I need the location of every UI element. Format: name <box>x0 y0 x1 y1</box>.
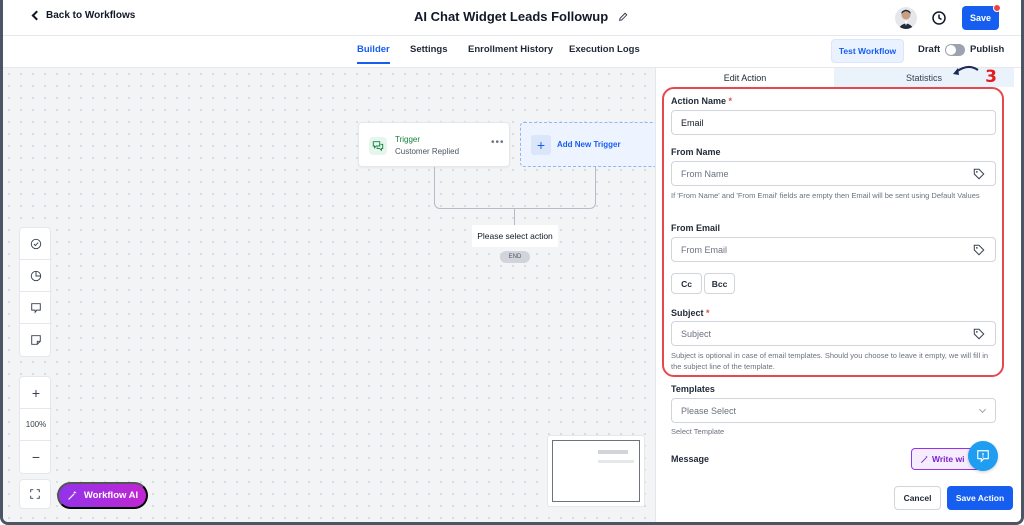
write-with-ai-label: Write wi <box>932 454 965 464</box>
chevron-left-icon <box>31 10 42 21</box>
notification-dot <box>993 4 1001 12</box>
workflow-ai-label: Workflow AI <box>83 490 139 501</box>
workflow-ai-button[interactable]: Workflow AI <box>57 482 148 509</box>
subject-input[interactable]: Subject <box>671 321 996 346</box>
from-email-input[interactable]: From Email <box>671 237 996 262</box>
tab-enrollment-history[interactable]: Enrollment History <box>468 44 553 55</box>
minimap[interactable] <box>547 435 645 507</box>
end-node: END <box>500 251 530 263</box>
back-to-workflows-link[interactable]: Back to Workflows <box>31 10 136 21</box>
more-options-icon[interactable]: ••• <box>491 137 505 148</box>
chat-support-button[interactable] <box>968 441 998 471</box>
annotation-arrow-icon <box>953 66 979 75</box>
canvas-toolbox <box>19 227 52 357</box>
minus-icon: − <box>31 449 41 465</box>
tab-settings[interactable]: Settings <box>410 44 447 55</box>
zoom-controls: + 100% − <box>19 376 52 474</box>
action-name-value: Email <box>681 117 704 128</box>
save-label: Save <box>969 13 992 23</box>
workflow-title-text: AI Chat Widget Leads Followup <box>414 9 609 24</box>
tab-builder[interactable]: Builder <box>357 44 390 64</box>
avatar[interactable] <box>895 7 917 29</box>
workflow-tabs-bar: Builder Settings Enrollment History Exec… <box>3 36 1021 68</box>
app-frame: Back to Workflows AI Chat Widget Leads F… <box>0 0 1024 525</box>
from-name-label: From Name <box>671 147 721 157</box>
templates-placeholder: Please Select <box>681 405 737 416</box>
from-email-label: From Email <box>671 223 721 233</box>
subject-placeholder: Subject <box>681 328 712 339</box>
message-label: Message <box>671 454 710 464</box>
templates-label: Templates <box>671 384 715 394</box>
check-circle-tool[interactable] <box>20 228 52 260</box>
tag-icon[interactable] <box>973 328 985 340</box>
tab-edit-action[interactable]: Edit Action <box>656 68 834 87</box>
top-header: Back to Workflows AI Chat Widget Leads F… <box>3 0 1021 36</box>
cc-button[interactable]: Cc <box>671 273 702 294</box>
user-avatar-icon <box>898 9 914 29</box>
plus-icon: + <box>531 135 551 155</box>
comment-tool[interactable] <box>20 292 52 324</box>
connector-line <box>434 167 514 209</box>
pencil-icon[interactable] <box>618 12 628 22</box>
connector-line <box>514 209 515 225</box>
fit-view-button[interactable] <box>19 479 51 509</box>
chat-bubbles-icon <box>369 137 387 155</box>
zoom-in-button[interactable]: + <box>20 377 52 409</box>
tab-execution-logs[interactable]: Execution Logs <box>569 44 640 55</box>
subject-hint: Subject is optional in case of email tem… <box>671 351 989 371</box>
chat-alert-icon <box>977 450 989 463</box>
workflow-title: AI Chat Widget Leads Followup <box>414 9 628 24</box>
trigger-title: Trigger <box>395 135 421 144</box>
cancel-button[interactable]: Cancel <box>894 486 941 510</box>
draft-label: Draft <box>918 44 941 55</box>
check-circle-icon <box>30 238 42 249</box>
from-name-placeholder: From Name <box>681 168 729 179</box>
annotation-step-number: 3 <box>985 67 997 87</box>
save-action-button[interactable]: Save Action <box>947 486 1013 510</box>
add-trigger-label: Add New Trigger <box>557 140 621 149</box>
from-name-hint: If 'From Name' and 'From Email' fields a… <box>671 191 980 200</box>
templates-hint: Select Template <box>671 427 725 436</box>
history-clock-icon[interactable] <box>931 10 947 26</box>
tag-icon[interactable] <box>973 244 985 256</box>
action-name-input[interactable]: Email <box>671 110 996 135</box>
pie-chart-tool[interactable] <box>20 260 52 292</box>
back-label: Back to Workflows <box>46 10 136 21</box>
chevron-down-icon <box>978 405 987 414</box>
test-workflow-button[interactable]: Test Workflow <box>831 39 904 63</box>
minimap-node <box>598 460 634 463</box>
comment-icon <box>31 302 41 314</box>
workflow-canvas[interactable]: Trigger Customer Replied ••• + Add New T… <box>3 68 660 522</box>
save-button[interactable]: Save <box>962 4 1001 30</box>
from-email-placeholder: From Email <box>681 244 728 255</box>
minimap-node <box>598 450 628 454</box>
templates-select[interactable]: Please Select <box>671 398 996 423</box>
sticky-note-tool[interactable] <box>20 324 52 356</box>
magic-wand-icon <box>920 455 928 463</box>
expand-icon <box>30 489 40 499</box>
action-name-label: Action Name * <box>671 96 733 106</box>
zoom-level-value: 100% <box>25 420 47 429</box>
pie-chart-icon <box>30 270 42 281</box>
subject-label: Subject * <box>671 308 710 318</box>
action-panel: Edit Action Statistics Action Name * Ema… <box>655 68 1021 522</box>
zoom-level: 100% <box>20 409 52 441</box>
add-new-trigger-button[interactable]: + Add New Trigger <box>520 122 660 167</box>
trigger-card[interactable]: Trigger Customer Replied ••• <box>358 122 510 167</box>
from-name-input[interactable]: From Name <box>671 161 996 186</box>
bcc-button[interactable]: Bcc <box>704 273 735 294</box>
please-select-action-node[interactable]: Please select action <box>472 225 558 247</box>
sticky-note-icon <box>31 335 41 345</box>
plus-icon: + <box>31 384 41 401</box>
tag-icon[interactable] <box>973 168 985 180</box>
publish-label: Publish <box>970 44 1005 55</box>
trigger-subtitle: Customer Replied <box>395 147 460 156</box>
magic-wand-icon <box>67 490 77 500</box>
connector-line <box>514 167 596 209</box>
publish-toggle[interactable] <box>945 44 965 56</box>
zoom-out-button[interactable]: − <box>20 441 52 473</box>
